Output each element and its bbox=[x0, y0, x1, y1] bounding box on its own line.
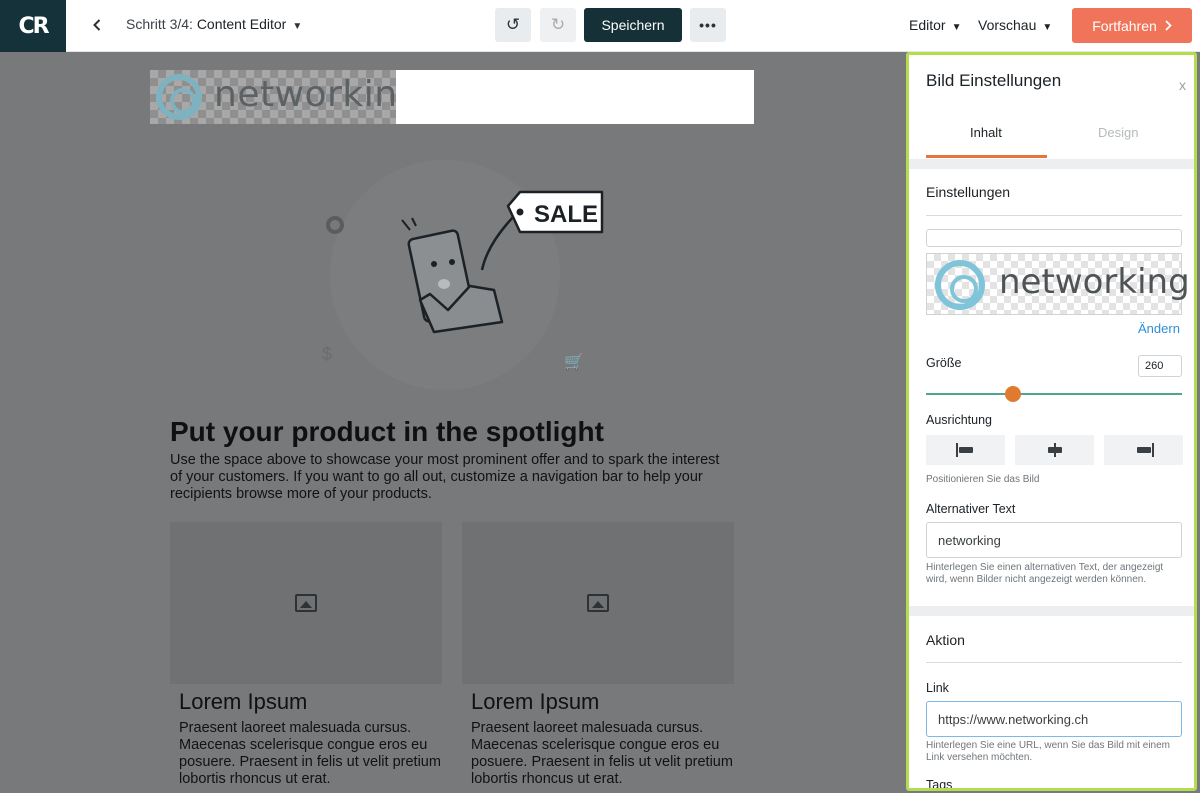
align-right-button[interactable] bbox=[1104, 435, 1183, 465]
size-slider[interactable] bbox=[926, 393, 1182, 395]
alt-text-input[interactable]: networking bbox=[926, 522, 1182, 558]
undo-icon: ↺ bbox=[505, 15, 521, 34]
align-center-button[interactable] bbox=[1015, 435, 1094, 465]
continue-label: Fortfahren bbox=[1092, 17, 1157, 34]
close-icon[interactable]: x bbox=[1179, 77, 1186, 93]
sale-tag-label: SALE bbox=[534, 201, 598, 228]
change-image-link[interactable]: Ändern bbox=[1138, 321, 1180, 336]
top-bar: CR Schritt 3/4: Content Editor ▼ ↺ ↻ Spei… bbox=[0, 0, 1200, 52]
editor-label: Editor bbox=[909, 17, 946, 33]
dollar-icon: $ bbox=[322, 344, 333, 364]
networking-logo-icon bbox=[156, 74, 202, 120]
size-label: Größe bbox=[926, 356, 962, 370]
gear-icon bbox=[326, 216, 344, 234]
image-url-field[interactable] bbox=[926, 229, 1182, 247]
undo-button[interactable]: ↺ bbox=[495, 8, 531, 42]
logo-word: networking bbox=[214, 74, 421, 115]
image-preview[interactable]: networking bbox=[926, 253, 1190, 315]
continue-button[interactable]: Fortfahren bbox=[1072, 8, 1192, 43]
networking-logo-icon bbox=[935, 260, 985, 310]
step-selector[interactable]: Schritt 3/4: Content Editor ▼ bbox=[126, 16, 302, 32]
tag-string bbox=[480, 211, 519, 271]
image-placeholder[interactable] bbox=[170, 522, 442, 684]
section-divider bbox=[909, 606, 1194, 616]
section-divider bbox=[909, 159, 1194, 169]
image-icon bbox=[587, 594, 609, 612]
logo-text: CR bbox=[18, 13, 49, 39]
image-settings-panel: Bild Einstellungen x Inhalt Design Einst… bbox=[906, 52, 1197, 791]
chevron-down-icon: ▼ bbox=[1042, 22, 1053, 33]
more-icon: ••• bbox=[699, 17, 717, 33]
image-placeholder[interactable] bbox=[462, 522, 734, 684]
link-label: Link bbox=[926, 681, 949, 695]
step-prefix: Schritt 3/4: bbox=[126, 16, 197, 32]
alt-text-label: Alternativer Text bbox=[926, 502, 1016, 516]
link-hint: Hinterlegen Sie eine URL, wenn Sie das B… bbox=[926, 740, 1171, 763]
chevron-right-icon bbox=[1165, 20, 1172, 31]
align-center-icon bbox=[1045, 443, 1065, 457]
align-left-icon bbox=[955, 443, 976, 457]
editor-menu[interactable]: Editor ▼ bbox=[909, 17, 961, 33]
redo-icon: ↻ bbox=[550, 15, 566, 34]
preview-logo-word: networking bbox=[999, 262, 1190, 302]
back-icon[interactable] bbox=[88, 14, 106, 36]
size-input[interactable]: 260 bbox=[1138, 355, 1182, 377]
card-text[interactable]: Praesent laoreet malesuada cursus. Maece… bbox=[471, 720, 735, 788]
chevron-down-icon: ▼ bbox=[951, 22, 962, 33]
content-headline[interactable]: Put your product in the spotlight bbox=[170, 416, 604, 448]
app-logo[interactable]: CR bbox=[0, 0, 66, 52]
more-options-button[interactable]: ••• bbox=[690, 8, 726, 42]
card-title[interactable]: Lorem Ipsum bbox=[471, 689, 599, 715]
alignment-label: Ausrichtung bbox=[926, 413, 993, 427]
divider bbox=[926, 662, 1182, 663]
tab-content[interactable]: Inhalt bbox=[970, 125, 1002, 140]
active-tab-indicator bbox=[926, 155, 1047, 158]
tags-label: Tags bbox=[926, 778, 953, 791]
size-slider-handle[interactable] bbox=[1005, 386, 1022, 402]
save-button[interactable]: Speichern bbox=[584, 8, 682, 42]
alt-text-hint: Hinterlegen Sie einen alternativen Text,… bbox=[926, 562, 1164, 585]
cart-icon: 🛒 bbox=[564, 354, 584, 371]
preview-label: Vorschau bbox=[978, 17, 1037, 33]
panel-title: Bild Einstellungen bbox=[926, 71, 1062, 90]
alignment-hint: Positionieren Sie das Bild bbox=[926, 474, 1040, 485]
content-intro-text[interactable]: Use the space above to showcase your mos… bbox=[170, 452, 730, 503]
action-section-title: Aktion bbox=[926, 632, 965, 648]
logo-image-block[interactable]: networking bbox=[150, 70, 754, 124]
preview-menu[interactable]: Vorschau ▼ bbox=[978, 17, 1052, 33]
align-left-button[interactable] bbox=[926, 435, 1005, 465]
tab-design[interactable]: Design bbox=[1098, 125, 1138, 140]
sparkle-icon bbox=[401, 217, 417, 231]
card-title[interactable]: Lorem Ipsum bbox=[179, 689, 307, 715]
email-canvas[interactable]: networking $ 🛒 SALE Put your product in … bbox=[0, 52, 906, 793]
redo-button[interactable]: ↻ bbox=[540, 8, 576, 42]
step-name: Content Editor bbox=[196, 16, 287, 32]
sale-illustration[interactable]: SALE bbox=[390, 182, 610, 352]
divider bbox=[926, 215, 1182, 216]
logo-row-background bbox=[396, 70, 754, 124]
align-right-icon bbox=[1134, 443, 1154, 457]
chevron-down-icon: ▼ bbox=[292, 21, 303, 32]
image-icon bbox=[295, 594, 317, 612]
settings-section-title: Einstellungen bbox=[926, 184, 1011, 200]
link-input[interactable]: https://www.networking.ch bbox=[926, 701, 1182, 737]
card-text[interactable]: Praesent laoreet malesuada cursus. Maece… bbox=[179, 720, 443, 788]
